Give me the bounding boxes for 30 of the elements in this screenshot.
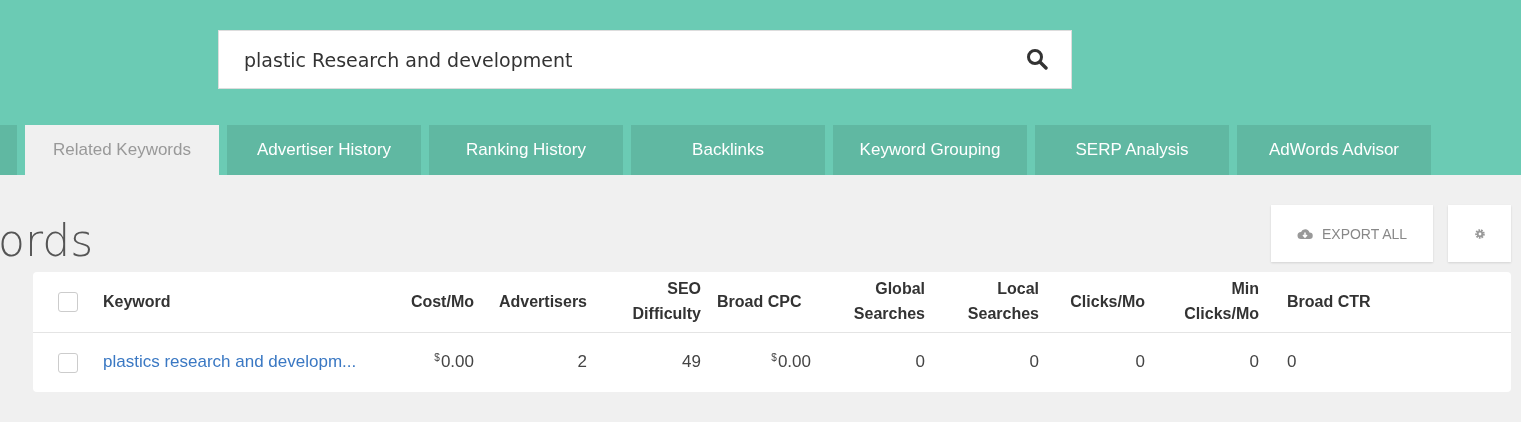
table-cell: 2 — [577, 352, 587, 372]
table-cell: 0 — [915, 352, 925, 372]
checkbox[interactable] — [58, 352, 78, 373]
tab[interactable] — [0, 125, 17, 175]
settings-icon — [1473, 227, 1486, 240]
column-header[interactable]: Broad CPC — [717, 289, 802, 315]
keyword-link[interactable]: plastics research and developm... — [103, 352, 357, 372]
settings-button[interactable] — [1448, 205, 1511, 262]
column-header[interactable]: Clicks/Mo — [1070, 289, 1145, 315]
table-cell: 0 — [1287, 352, 1297, 372]
cloud-download-icon — [1296, 227, 1313, 240]
column-header[interactable]: Cost/Mo — [410, 289, 474, 315]
table-cell: $^{$}$0.00 — [771, 352, 811, 372]
export-all-button[interactable]: EXPORT ALL — [1271, 205, 1433, 262]
page-heading: ords — [0, 215, 94, 266]
search-field[interactable]: plastic Research and development — [218, 30, 1072, 89]
column-header[interactable]: Keyword — [103, 289, 171, 315]
table-cell: 0 — [1135, 352, 1145, 372]
table-cell: $^{$}$0.00 — [434, 352, 474, 372]
table-cell: 0 — [1249, 352, 1259, 372]
column-header[interactable]: Local Searches — [959, 277, 1039, 327]
search-icon[interactable] — [1026, 48, 1048, 70]
table-cell: 49 — [682, 352, 701, 372]
column-header[interactable]: Broad CTR — [1287, 289, 1371, 315]
checkbox[interactable] — [58, 292, 78, 312]
column-header[interactable]: Min Clicks/Mo — [1179, 277, 1259, 327]
table-cell: 0 — [1029, 352, 1039, 372]
column-header[interactable]: Global Searches — [845, 277, 925, 327]
column-header[interactable]: SEO Difficulty — [621, 277, 701, 327]
column-header[interactable]: Advertisers — [498, 289, 587, 315]
